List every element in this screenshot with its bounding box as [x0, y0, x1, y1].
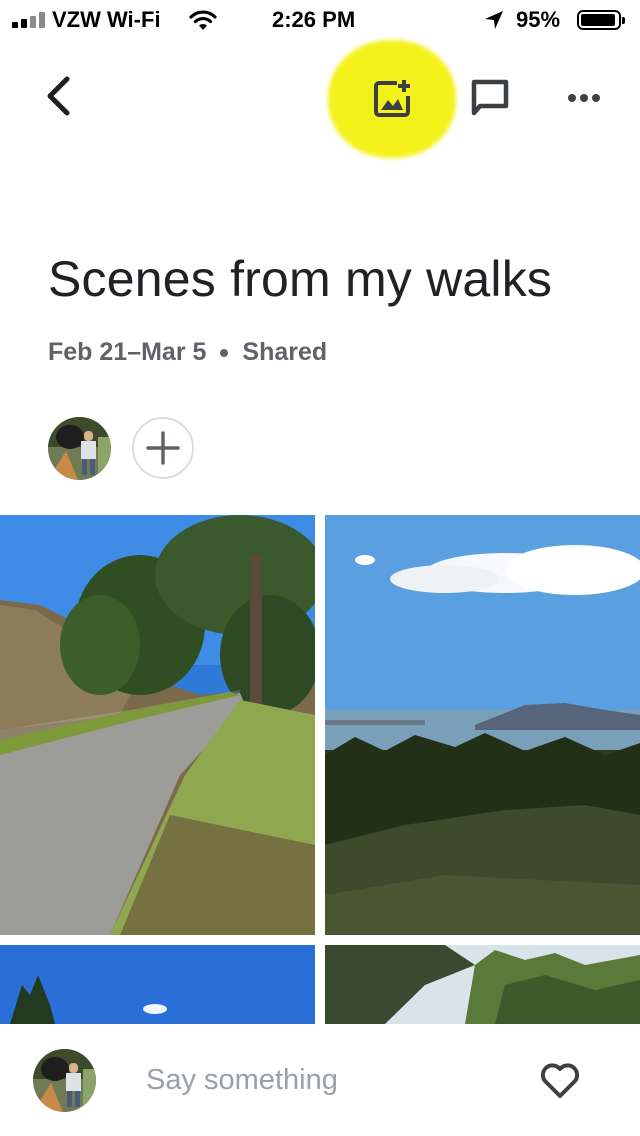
- separator-dot: [220, 349, 229, 358]
- photo-bay-view[interactable]: [325, 515, 640, 935]
- battery-icon: [577, 10, 625, 30]
- comment-input[interactable]: Say something: [146, 1064, 338, 1097]
- location-arrow-icon: [485, 11, 503, 29]
- photo-blue-sky[interactable]: [0, 945, 315, 1024]
- status-time: 2:26 PM: [272, 7, 356, 32]
- add-photo-icon: [374, 80, 410, 117]
- add-photos-button[interactable]: [360, 70, 426, 126]
- carrier-label: VZW Wi-Fi: [52, 7, 161, 32]
- album-meta: Feb 21–Mar 5 Shared: [48, 338, 327, 367]
- heart-icon: [540, 1063, 580, 1098]
- like-button[interactable]: [532, 1052, 588, 1108]
- comment-icon: [471, 79, 509, 116]
- more-horizontal-icon: [568, 94, 600, 102]
- member-avatar[interactable]: [48, 417, 111, 480]
- album-title: Scenes from my walks: [48, 251, 553, 307]
- album-sharing-status: Shared: [242, 338, 328, 366]
- photo-trees[interactable]: [325, 945, 640, 1024]
- more-options-button[interactable]: [556, 78, 612, 118]
- current-user-avatar: [33, 1049, 96, 1112]
- plus-icon: [146, 431, 180, 465]
- chevron-left-icon: [47, 76, 70, 116]
- comments-button[interactable]: [462, 70, 518, 126]
- wifi-icon: [189, 10, 217, 30]
- album-date-range: Feb 21–Mar 5: [48, 338, 207, 366]
- back-button[interactable]: [30, 66, 86, 126]
- add-member-button[interactable]: [132, 417, 194, 479]
- signal-strength-icon: [12, 12, 46, 28]
- status-bar: VZW Wi-Fi 2:26 PM 95%: [0, 0, 640, 40]
- photo-trail-path[interactable]: [0, 515, 315, 935]
- battery-percent: 95%: [516, 7, 561, 32]
